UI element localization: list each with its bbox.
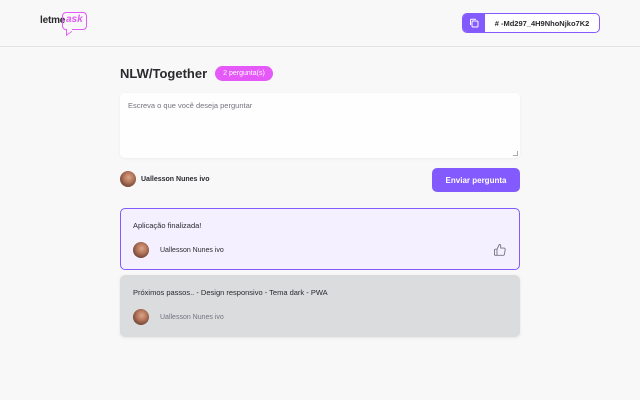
question-content: Próximos passos.. - Design responsivo - … (133, 288, 328, 297)
question-card: Aplicação finalizada! Uallesson Nunes iv… (120, 208, 520, 270)
question-card-answered: Próximos passos.. - Design responsivo - … (120, 275, 520, 337)
send-question-button[interactable]: Enviar pergunta (432, 168, 520, 192)
form-footer: Uallesson Nunes ivo Enviar pergunta (120, 168, 520, 192)
thumbs-up-icon[interactable] (493, 243, 507, 257)
room-title: NLW/Together (120, 65, 208, 81)
avatar (120, 171, 136, 187)
current-user: Uallesson Nunes ivo (120, 171, 209, 187)
top-bar: letme ask # -Md297_4H9NhoNjko7K2 (0, 0, 640, 47)
question-footer: Uallesson Nunes ivo (133, 309, 507, 325)
question-textarea[interactable]: Escreva o que você deseja perguntar (120, 93, 520, 158)
resize-handle[interactable] (513, 151, 518, 156)
letmeask-logo[interactable]: letme ask (40, 11, 90, 37)
question-placeholder: Escreva o que você deseja perguntar (128, 101, 253, 110)
room-code-button[interactable]: # -Md297_4H9NhoNjko7K2 (462, 13, 600, 33)
room-title-row: NLW/Together 2 pergunta(s) (120, 64, 273, 82)
question-content: Aplicação finalizada! (133, 221, 202, 230)
logo-accent-text: ask (66, 14, 83, 25)
question-count-badge: 2 pergunta(s) (215, 65, 273, 81)
author-name: Uallesson Nunes ivo (160, 246, 224, 254)
avatar (133, 242, 149, 258)
question-footer: Uallesson Nunes ivo (133, 242, 507, 258)
user-name: Uallesson Nunes ivo (141, 175, 210, 183)
author-name: Uallesson Nunes ivo (160, 313, 224, 321)
room-code-text: # -Md297_4H9NhoNjko7K2 (494, 18, 590, 28)
copy-icon (463, 14, 485, 32)
avatar (133, 309, 149, 325)
